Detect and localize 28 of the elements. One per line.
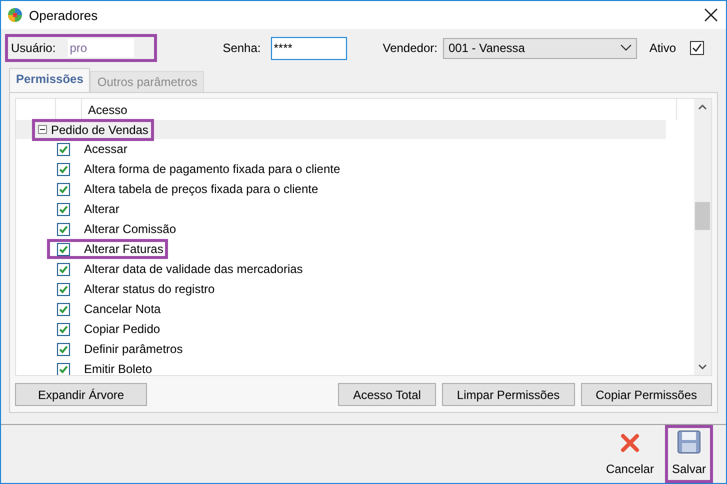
tab[interactable]: Permissões xyxy=(9,68,90,92)
permission-label[interactable]: Emitir Boleto xyxy=(84,362,152,375)
button[interactable]: Acesso Total xyxy=(338,383,436,406)
permission-label[interactable]: Alterar data de validade das mercadorias xyxy=(84,262,303,276)
field-label: Usuário: xyxy=(11,41,56,55)
dropdown[interactable]: 001 - Vanessa xyxy=(443,38,638,58)
cancel-button[interactable]: Cancelar xyxy=(598,425,661,483)
permission-label[interactable]: Alterar status do registro xyxy=(84,282,215,296)
permission-label[interactable]: Alterar Faturas xyxy=(84,242,164,256)
field-label: Senha: xyxy=(222,41,261,55)
save-button[interactable]: Salvar xyxy=(664,425,713,483)
permission-label[interactable]: Cancelar Nota xyxy=(84,302,161,316)
permission-label[interactable]: Alterar xyxy=(84,202,120,216)
field-label: Ativo xyxy=(649,41,676,55)
permission-label[interactable]: Altera tabela de preços fixada para o cliente xyxy=(84,182,318,196)
permission-label[interactable]: Definir parâmetros xyxy=(84,342,183,356)
permission-label[interactable]: Alterar Comissão xyxy=(84,222,176,236)
permission-label[interactable]: Copiar Pedido xyxy=(84,322,160,336)
button[interactable]: Copiar Permissões xyxy=(580,383,712,406)
window-title: Operadores xyxy=(29,8,98,22)
permission-label[interactable]: Acessar xyxy=(84,142,128,156)
button[interactable]: Limpar Permissões xyxy=(442,383,575,406)
expand-tree-button[interactable]: Expandir Árvore xyxy=(15,383,148,406)
input-field[interactable]: pro xyxy=(68,39,134,57)
permission-label[interactable]: Altera forma de pagamento fixada para o cliente xyxy=(84,162,340,176)
password-field[interactable]: **** xyxy=(270,36,347,60)
tree-group-label[interactable]: Pedido de Vendas xyxy=(51,122,148,136)
field-label: Vendedor: xyxy=(382,41,438,55)
